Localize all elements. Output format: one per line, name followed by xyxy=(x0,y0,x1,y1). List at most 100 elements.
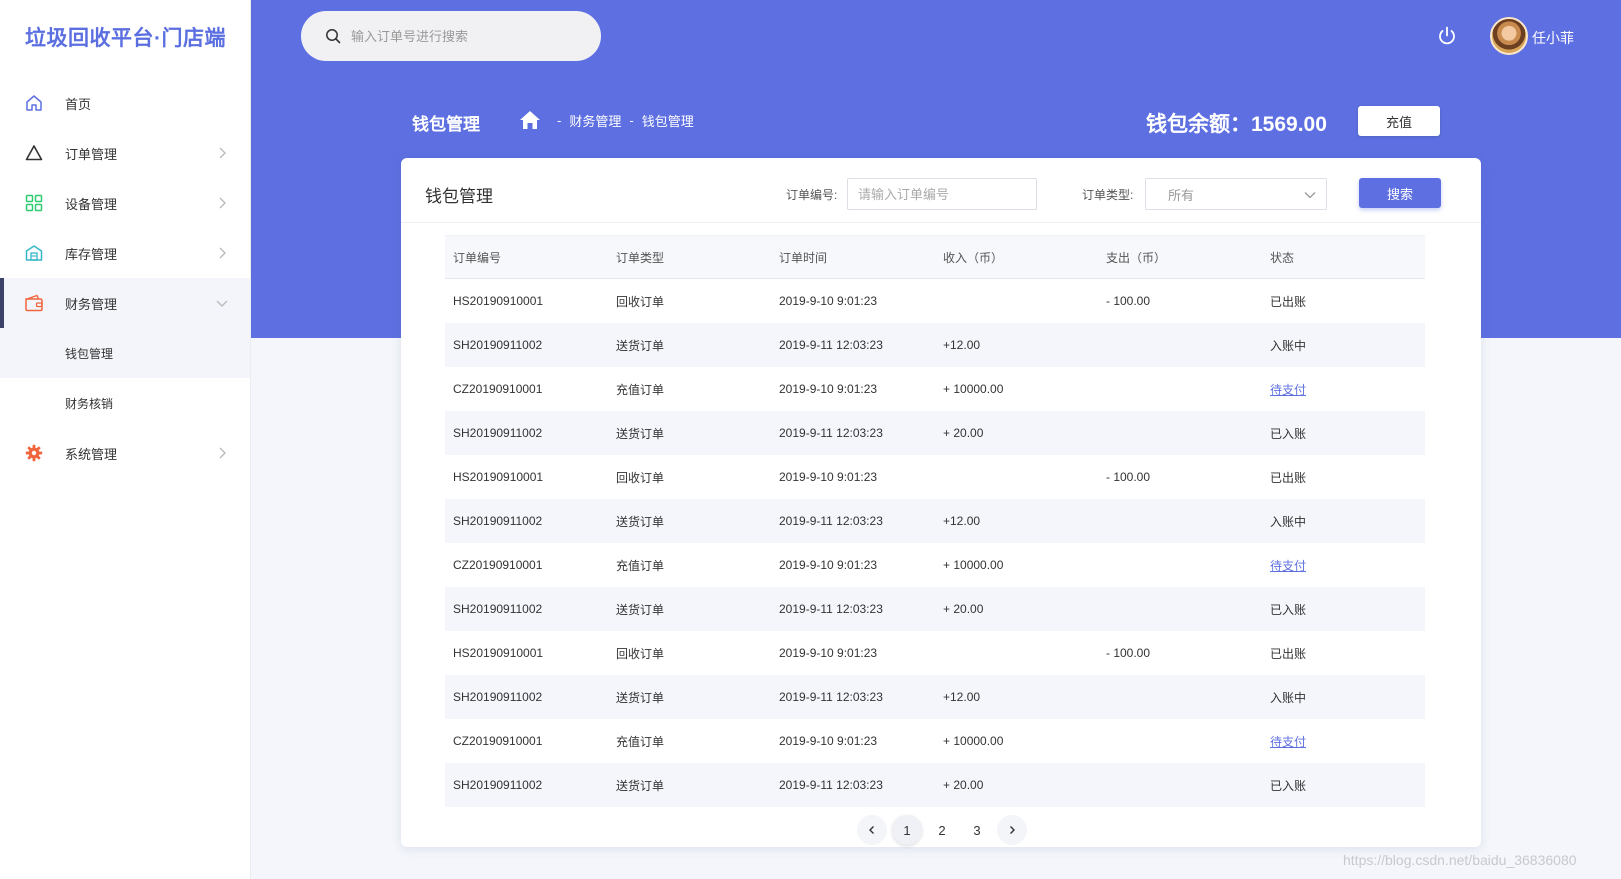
username[interactable]: 任小菲 xyxy=(1532,28,1574,48)
sidebar-item-finance[interactable]: 财务管理 xyxy=(0,278,250,328)
sidebar-subitem-reconcile[interactable]: 财务核销 xyxy=(0,378,250,428)
avatar[interactable] xyxy=(1490,17,1528,55)
breadcrumb-separator: - xyxy=(629,112,634,128)
table-cell: +12.00 xyxy=(935,514,1098,528)
recharge-button[interactable]: 充值 xyxy=(1358,106,1440,136)
cell-text: + 10000.00 xyxy=(943,382,1004,396)
table-cell: 充值订单 xyxy=(608,557,771,574)
sidebar-item-label: 首页 xyxy=(65,96,92,112)
wallet-balance: 钱包余额：1569.00 xyxy=(1146,108,1327,138)
card-title: 钱包管理 xyxy=(425,187,493,206)
power-icon[interactable] xyxy=(1436,25,1458,47)
breadcrumb-item-wallet: 钱包管理 xyxy=(641,113,694,129)
cell-text: 2019-9-11 12:03:23 xyxy=(779,338,883,352)
table-cell: 2019-9-11 12:03:23 xyxy=(771,690,935,704)
chevron-right-icon xyxy=(219,197,226,209)
search-button[interactable]: 搜索 xyxy=(1359,178,1441,208)
table-cell: 送货订单 xyxy=(608,513,771,530)
table-cell: 送货订单 xyxy=(608,425,771,442)
column-header: 状态 xyxy=(1270,250,1295,265)
table-cell: HS20190910001 xyxy=(445,646,608,660)
grid-icon xyxy=(24,193,44,213)
order-type-select[interactable]: 所有 xyxy=(1145,178,1327,210)
cell-text: 充值订单 xyxy=(616,382,665,397)
cell-text: 2019-9-11 12:03:23 xyxy=(779,778,883,792)
chevron-right-icon xyxy=(219,147,226,159)
table-cell: 2019-9-10 9:01:23 xyxy=(771,294,935,308)
pay-link[interactable]: 待支付 xyxy=(1270,735,1306,749)
cell-text: SH20190911002 xyxy=(453,690,543,704)
cell-text: CZ20190910001 xyxy=(453,558,543,572)
table-cell: - 100.00 xyxy=(1098,470,1262,484)
cell-text: 已入账 xyxy=(1270,426,1307,441)
table-cell: 待支付 xyxy=(1262,733,1425,750)
search-input[interactable] xyxy=(351,28,581,44)
table-cell: 回收订单 xyxy=(608,645,771,662)
chevron-left-icon xyxy=(869,826,874,834)
table-cell: + 10000.00 xyxy=(935,558,1098,572)
table-cell: 充值订单 xyxy=(608,381,771,398)
cell-text: 入账中 xyxy=(1270,514,1307,529)
cell-text: 入账中 xyxy=(1270,690,1307,705)
cell-text: + 10000.00 xyxy=(943,734,1004,748)
cell-text: + 20.00 xyxy=(943,602,984,616)
cell-text: 充值订单 xyxy=(616,558,665,573)
wallet-table: 订单编号 订单类型 订单时间 收入（币） 支出（币） 状态 HS20190910… xyxy=(445,235,1425,807)
table-cell: 入账中 xyxy=(1262,689,1425,706)
warehouse-icon xyxy=(24,243,44,263)
table-cell: CZ20190910001 xyxy=(445,558,608,572)
table-cell: 2019-9-11 12:03:23 xyxy=(771,338,935,352)
pay-link[interactable]: 待支付 xyxy=(1270,559,1306,573)
table-cell: 送货订单 xyxy=(608,337,771,354)
cell-text: + 10000.00 xyxy=(943,558,1004,572)
page-button-1[interactable]: 1 xyxy=(892,815,922,845)
table-cell: + 20.00 xyxy=(935,778,1098,792)
column-header: 订单类型 xyxy=(616,250,665,265)
table-cell: 待支付 xyxy=(1262,381,1425,398)
order-no-input[interactable] xyxy=(847,178,1037,210)
cell-text: 回收订单 xyxy=(616,294,665,309)
sidebar-item-label: 财务管理 xyxy=(65,296,118,312)
cell-text: SH20190911002 xyxy=(453,778,543,792)
breadcrumb-separator: - xyxy=(557,112,562,128)
table-cell: + 20.00 xyxy=(935,426,1098,440)
app-logo[interactable]: 垃圾回收平台·门店端 xyxy=(25,22,226,52)
table-cell: 已入账 xyxy=(1262,777,1425,794)
sidebar-item-devices[interactable]: 设备管理 xyxy=(0,178,250,228)
chevron-right-icon xyxy=(219,447,226,459)
sidebar-subitem-wallet[interactable]: 钱包管理 xyxy=(0,328,250,378)
table-cell: 待支付 xyxy=(1262,557,1425,574)
sidebar-item-system[interactable]: 系统管理 xyxy=(0,428,250,478)
column-header: 订单时间 xyxy=(779,250,828,265)
home-icon xyxy=(24,93,44,113)
pay-link[interactable]: 待支付 xyxy=(1270,383,1306,397)
page-button-3[interactable]: 3 xyxy=(962,815,992,845)
cell-text: 回收订单 xyxy=(616,470,665,485)
table-cell: - 100.00 xyxy=(1098,294,1262,308)
cell-text: 已入账 xyxy=(1270,602,1307,617)
table-cell: + 10000.00 xyxy=(935,734,1098,748)
table-cell: SH20190911002 xyxy=(445,514,608,528)
watermark: https://blog.csdn.net/baidu_36836080 xyxy=(1343,852,1577,868)
table-cell: 送货订单 xyxy=(608,777,771,794)
triangle-icon xyxy=(24,143,44,163)
prev-page-button[interactable] xyxy=(857,815,887,845)
pagination: 1 2 3 xyxy=(857,815,1027,845)
sidebar-item-inventory[interactable]: 库存管理 xyxy=(0,228,250,278)
cell-text: +12.00 xyxy=(943,514,981,528)
gear-icon xyxy=(24,443,44,463)
next-page-button[interactable] xyxy=(997,815,1027,845)
cell-text: 2019-9-10 9:01:23 xyxy=(779,646,878,660)
cell-text: 2019-9-11 12:03:23 xyxy=(779,426,883,440)
page-button-2[interactable]: 2 xyxy=(927,815,957,845)
global-search[interactable] xyxy=(301,11,601,61)
sidebar-item-orders[interactable]: 订单管理 xyxy=(0,128,250,178)
sidebar-item-home[interactable]: 首页 xyxy=(0,78,250,128)
table-cell: SH20190911002 xyxy=(445,602,608,616)
home-icon[interactable] xyxy=(519,110,541,130)
cell-text: 2019-9-11 12:03:23 xyxy=(779,602,883,616)
table-cell: HS20190910001 xyxy=(445,470,608,484)
breadcrumb-item-finance[interactable]: 财务管理 xyxy=(569,111,621,130)
cell-text: 充值订单 xyxy=(616,734,665,749)
cell-text: 2019-9-11 12:03:23 xyxy=(779,514,883,528)
